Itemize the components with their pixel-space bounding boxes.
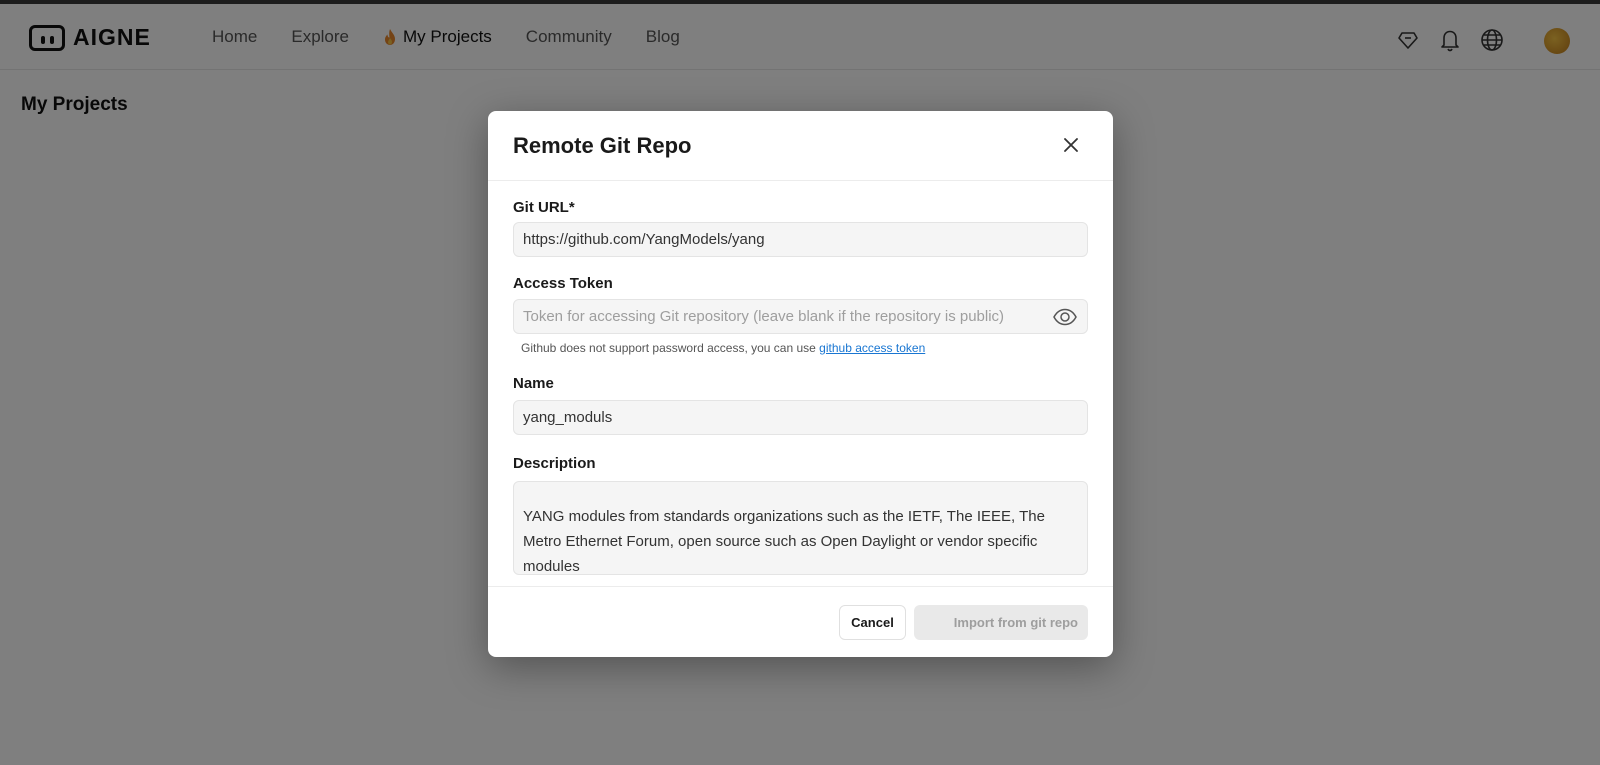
access-token-hint: Github does not support password access,… bbox=[521, 341, 925, 355]
name-input[interactable]: yang_moduls bbox=[513, 400, 1088, 435]
access-token-input[interactable]: Token for accessing Git repository (leav… bbox=[513, 299, 1088, 334]
git-url-value: https://github.com/YangModels/yang bbox=[523, 231, 765, 248]
git-url-label: Git URL* bbox=[513, 199, 575, 216]
remote-git-repo-dialog: Remote Git Repo Git URL* https://github.… bbox=[488, 111, 1113, 657]
dialog-title: Remote Git Repo bbox=[513, 133, 692, 158]
close-icon bbox=[1064, 138, 1078, 152]
access-token-hint-text: Github does not support password access,… bbox=[521, 341, 820, 355]
access-token-label: Access Token bbox=[513, 275, 613, 292]
dialog-divider-top bbox=[488, 180, 1113, 181]
name-value: yang_moduls bbox=[523, 409, 613, 426]
name-label: Name bbox=[513, 375, 554, 392]
description-value: YANG modules from standards organization… bbox=[523, 508, 1045, 575]
description-textarea[interactable]: YANG modules from standards organization… bbox=[513, 481, 1088, 575]
cancel-button[interactable]: Cancel bbox=[839, 605, 906, 640]
import-from-git-repo-button[interactable]: Import from git repo bbox=[914, 605, 1088, 640]
description-label: Description bbox=[513, 455, 596, 472]
access-token-placeholder: Token for accessing Git repository (leav… bbox=[523, 308, 1005, 325]
dialog-divider-bottom bbox=[488, 586, 1113, 587]
close-button[interactable] bbox=[1059, 133, 1083, 157]
github-access-token-link[interactable]: github access token bbox=[819, 341, 925, 355]
git-url-input[interactable]: https://github.com/YangModels/yang bbox=[513, 222, 1088, 257]
eye-icon[interactable] bbox=[1053, 307, 1077, 327]
